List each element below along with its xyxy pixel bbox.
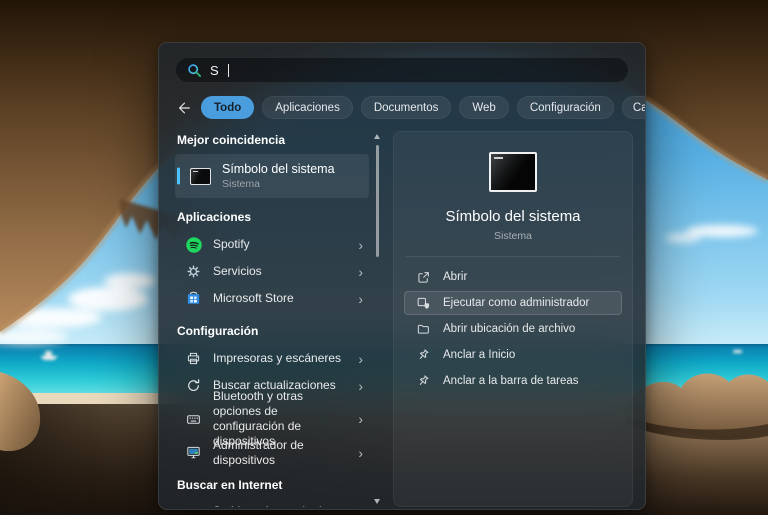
text-caret — [227, 63, 229, 77]
pin-icon — [415, 373, 431, 389]
scroll-down-arrow-icon[interactable] — [374, 499, 380, 504]
result-web-search-s[interactable]: S - Ver más resultados de la búsqueda — [175, 499, 369, 507]
result-spotify[interactable]: Spotify — [175, 231, 369, 258]
search-query-text: S — [210, 62, 219, 78]
back-arrow-icon — [178, 102, 190, 113]
device-manager-icon — [184, 443, 203, 462]
results-scrollbar[interactable] — [373, 131, 382, 507]
results-list: Mejor coincidencia Símbolo del sistema S… — [175, 131, 383, 507]
section-header-buscar-en-internet: Buscar en Internet — [177, 478, 283, 492]
search-magnifier-icon — [188, 63, 202, 77]
action-ejecutar-como-administrador[interactable]: Ejecutar como administrador — [404, 291, 622, 315]
devices-icon — [184, 410, 203, 429]
divider — [406, 256, 620, 257]
result-microsoft-store[interactable]: Microsoft Store — [175, 285, 369, 312]
chevron-right-icon — [358, 292, 363, 306]
refresh-update-icon — [184, 376, 203, 395]
section-header-best-match: Mejor coincidencia — [177, 133, 286, 147]
result-best-match-simbolo-del-sistema[interactable]: Símbolo del sistema Sistema — [175, 154, 369, 198]
command-prompt-icon — [190, 167, 211, 185]
action-anclar-a-inicio[interactable]: Anclar a Inicio — [404, 343, 622, 367]
action-abrir-ubicacion-de-archivo[interactable]: Abrir ubicación de archivo — [404, 317, 622, 341]
section-header-aplicaciones: Aplicaciones — [177, 210, 252, 224]
folder-icon — [415, 321, 431, 337]
scroll-up-arrow-icon[interactable] — [374, 134, 380, 139]
spotify-icon — [184, 235, 203, 254]
results-body: Mejor coincidencia Símbolo del sistema S… — [175, 131, 633, 507]
tab-carpetas-clipped[interactable]: Car — [621, 96, 645, 119]
search-flyout-window: S Todo Aplicaciones Documentos Web Confi… — [158, 42, 646, 510]
tab-todo[interactable]: Todo — [201, 96, 255, 119]
tab-web[interactable]: Web — [459, 96, 509, 119]
preview-title: Símbolo del sistema — [445, 208, 581, 225]
open-icon — [415, 269, 431, 285]
best-match-subtitle: Sistema — [222, 178, 260, 190]
run-as-admin-icon — [415, 295, 431, 311]
action-anclar-a-la-barra-de-tareas[interactable]: Anclar a la barra de tareas — [404, 369, 622, 393]
result-bluetooth-y-dispositivos[interactable]: Bluetooth y otras opciones de configurac… — [175, 389, 369, 448]
filter-tabs-bar: Todo Aplicaciones Documentos Web Configu… — [175, 94, 645, 121]
printer-icon — [184, 349, 203, 368]
result-servicios[interactable]: Servicios — [175, 258, 369, 285]
preview-subtitle: Sistema — [494, 230, 532, 242]
best-match-title: Símbolo del sistema — [222, 162, 335, 176]
chevron-right-icon — [358, 412, 363, 426]
action-abrir[interactable]: Abrir — [404, 265, 622, 289]
tab-documentos[interactable]: Documentos — [360, 96, 452, 119]
search-input[interactable]: S — [175, 57, 629, 83]
tab-aplicaciones[interactable]: Aplicaciones — [262, 96, 353, 119]
microsoft-store-icon — [184, 289, 203, 308]
chevron-right-icon — [358, 379, 363, 393]
chevron-right-icon — [358, 446, 363, 460]
services-gear-icon — [184, 262, 203, 281]
chevron-right-icon — [358, 352, 363, 366]
pin-icon — [415, 347, 431, 363]
chevron-right-icon — [358, 265, 363, 279]
command-prompt-icon — [489, 152, 537, 192]
chevron-right-icon — [358, 238, 363, 252]
back-button[interactable] — [175, 99, 193, 117]
tab-configuracion[interactable]: Configuración — [516, 96, 614, 119]
result-impresoras-y-escaneres[interactable]: Impresoras y escáneres — [175, 345, 369, 372]
scrollbar-thumb[interactable] — [376, 145, 379, 257]
section-header-configuracion: Configuración — [177, 324, 259, 338]
preview-panel: Símbolo del sistema Sistema Abrir Ejecut… — [393, 131, 633, 507]
desktop: S Todo Aplicaciones Documentos Web Confi… — [0, 0, 768, 515]
result-administrador-de-dispositivos[interactable]: Administrador de dispositivos — [175, 438, 369, 467]
